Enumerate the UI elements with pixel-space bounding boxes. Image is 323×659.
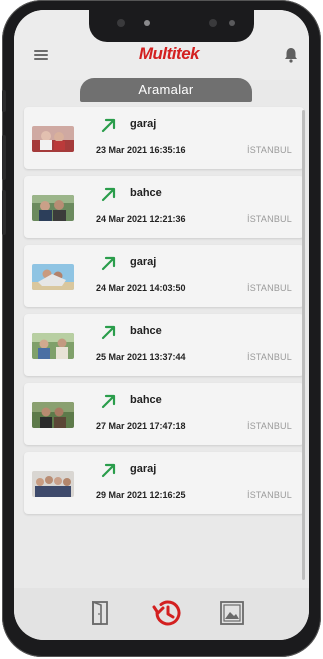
call-device-name: bahce xyxy=(130,325,162,337)
call-snapshot-thumbnail xyxy=(32,333,74,359)
call-datetime: 25 Mar 2021 13:37:44 xyxy=(96,352,186,362)
page-title: Aramalar xyxy=(80,78,252,102)
phone-side-button xyxy=(2,190,6,235)
call-datetime: 24 Mar 2021 12:21:36 xyxy=(96,214,186,224)
outgoing-call-arrow-icon xyxy=(101,256,116,271)
scrollbar[interactable] xyxy=(302,110,305,580)
call-list-item[interactable]: garaj 23 Mar 2021 16:35:16 İSTANBUL xyxy=(24,107,304,169)
call-list-item[interactable]: bahce 25 Mar 2021 13:37:44 İSTANBUL xyxy=(24,314,304,376)
call-list-item[interactable]: bahce 24 Mar 2021 12:21:36 İSTANBUL xyxy=(24,176,304,238)
phone-screen: Multitek Aramalar garaj 23 Mar 2021 16:3… xyxy=(14,10,309,640)
call-datetime: 27 Mar 2021 17:47:18 xyxy=(96,421,186,431)
call-list-item[interactable]: garaj 24 Mar 2021 14:03:50 İSTANBUL xyxy=(24,245,304,307)
call-device-name: bahce xyxy=(130,394,162,406)
call-device-name: garaj xyxy=(130,118,157,130)
phone-side-button xyxy=(2,135,6,180)
outgoing-call-arrow-icon xyxy=(101,463,116,478)
call-snapshot-thumbnail xyxy=(32,471,74,497)
bottom-nav xyxy=(14,588,309,640)
call-snapshot-thumbnail xyxy=(32,402,74,428)
call-device-name: garaj xyxy=(130,256,157,268)
call-datetime: 24 Mar 2021 14:03:50 xyxy=(96,283,186,293)
call-datetime: 29 Mar 2021 12:16:25 xyxy=(96,490,186,500)
call-city: İSTANBUL xyxy=(247,421,292,431)
outgoing-call-arrow-icon xyxy=(101,325,116,340)
call-datetime: 23 Mar 2021 16:35:16 xyxy=(96,145,186,155)
outgoing-call-arrow-icon xyxy=(101,118,116,133)
call-city: İSTANBUL xyxy=(247,145,292,155)
app-logo: Multitek xyxy=(138,44,200,63)
call-list-item[interactable]: garaj 29 Mar 2021 12:16:25 İSTANBUL xyxy=(24,452,304,514)
call-snapshot-thumbnail xyxy=(32,264,74,290)
door-icon[interactable] xyxy=(91,600,109,626)
call-city: İSTANBUL xyxy=(247,490,292,500)
call-snapshot-thumbnail xyxy=(32,126,74,152)
phone-frame: Multitek Aramalar garaj 23 Mar 2021 16:3… xyxy=(2,0,321,657)
phone-notch xyxy=(89,10,254,42)
call-device-name: bahce xyxy=(130,187,162,199)
call-device-name: garaj xyxy=(130,463,157,475)
call-city: İSTANBUL xyxy=(247,283,292,293)
call-list-item[interactable]: bahce 27 Mar 2021 17:47:18 İSTANBUL xyxy=(24,383,304,445)
menu-icon[interactable] xyxy=(34,50,48,60)
bell-icon[interactable] xyxy=(284,47,298,63)
phone-side-button xyxy=(2,90,6,112)
call-snapshot-thumbnail xyxy=(32,195,74,221)
outgoing-call-arrow-icon xyxy=(101,394,116,409)
outgoing-call-arrow-icon xyxy=(101,187,116,202)
history-icon[interactable] xyxy=(151,598,183,628)
call-city: İSTANBUL xyxy=(247,352,292,362)
call-city: İSTANBUL xyxy=(247,214,292,224)
gallery-icon[interactable] xyxy=(219,600,245,626)
